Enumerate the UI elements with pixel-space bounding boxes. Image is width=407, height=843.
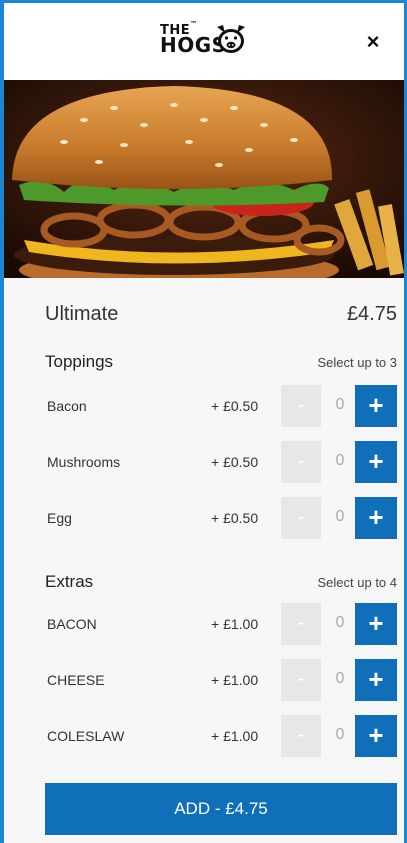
item-name: Ultimate <box>45 303 119 325</box>
quantity-value: 0 <box>335 508 345 525</box>
decrement-button[interactable]: - <box>281 603 321 645</box>
toppings-section-header: Toppings Select up to 3 <box>45 352 397 374</box>
increment-button[interactable]: + <box>355 603 397 645</box>
burger-photo <box>4 80 404 278</box>
option-price: + £0.50 <box>211 454 259 470</box>
increment-button[interactable]: + <box>355 715 397 757</box>
close-icon[interactable]: × <box>362 31 384 53</box>
option-price: + £0.50 <box>211 510 259 526</box>
option-label: Mushrooms <box>47 454 121 470</box>
logo-wordmark: THE™ HOGS <box>160 20 226 56</box>
selection-limit-note: Select up to 4 <box>317 575 398 590</box>
option-label: COLESLAW <box>47 728 125 744</box>
logo-tm: ™ <box>190 20 198 28</box>
decrement-button[interactable]: - <box>281 659 321 701</box>
section-title: Extras <box>45 572 94 591</box>
increment-button[interactable]: + <box>355 659 397 701</box>
option-price: + £1.00 <box>211 616 259 632</box>
option-label: CHEESE <box>47 672 105 688</box>
quantity-value: 0 <box>335 452 345 469</box>
quantity-value: 0 <box>335 670 345 687</box>
quantity-value: 0 <box>335 614 345 631</box>
quantity-value: 0 <box>335 396 345 413</box>
item-price: £4.75 <box>346 303 397 325</box>
selection-limit-note: Select up to 3 <box>317 355 398 370</box>
decrement-button[interactable]: - <box>281 497 321 539</box>
option-row-mushrooms: Mushrooms + £0.50 - 0 + <box>45 441 397 483</box>
option-label: Bacon <box>47 398 87 414</box>
option-row-cheese: CHEESE + £1.00 - 0 + <box>45 659 397 701</box>
decrement-button[interactable]: - <box>281 441 321 483</box>
decrement-button[interactable]: - <box>281 715 321 757</box>
option-price: + £0.50 <box>211 398 259 414</box>
option-price: + £1.00 <box>211 672 259 688</box>
increment-button[interactable]: + <box>355 497 397 539</box>
option-row-coleslaw: COLESLAW + £1.00 - 0 + <box>45 715 397 757</box>
decrement-button[interactable]: - <box>281 385 321 427</box>
section-title: Toppings <box>45 352 114 371</box>
option-row-bacon: Bacon + £0.50 - 0 + <box>45 385 397 427</box>
option-row-egg: Egg + £0.50 - 0 + <box>45 497 397 539</box>
modal-header: THE™ HOGS × <box>4 3 404 80</box>
option-row-bacon-extra: BACON + £1.00 - 0 + <box>45 603 397 645</box>
brand-logo: THE™ HOGS <box>154 21 274 63</box>
add-to-order-button[interactable]: ADD - £4.75 <box>45 783 397 835</box>
pig-head-icon <box>217 25 245 53</box>
increment-button[interactable]: + <box>355 441 397 483</box>
extras-section-header: Extras Select up to 4 <box>45 572 397 594</box>
item-header: Ultimate £4.75 <box>45 303 397 329</box>
option-label: Egg <box>47 510 72 526</box>
option-label: BACON <box>47 616 97 632</box>
increment-button[interactable]: + <box>355 385 397 427</box>
option-price: + £1.00 <box>211 728 259 744</box>
modal-frame: THE™ HOGS × Ultimate £4.75 Toppings Sele… <box>0 0 407 843</box>
quantity-value: 0 <box>335 726 345 743</box>
